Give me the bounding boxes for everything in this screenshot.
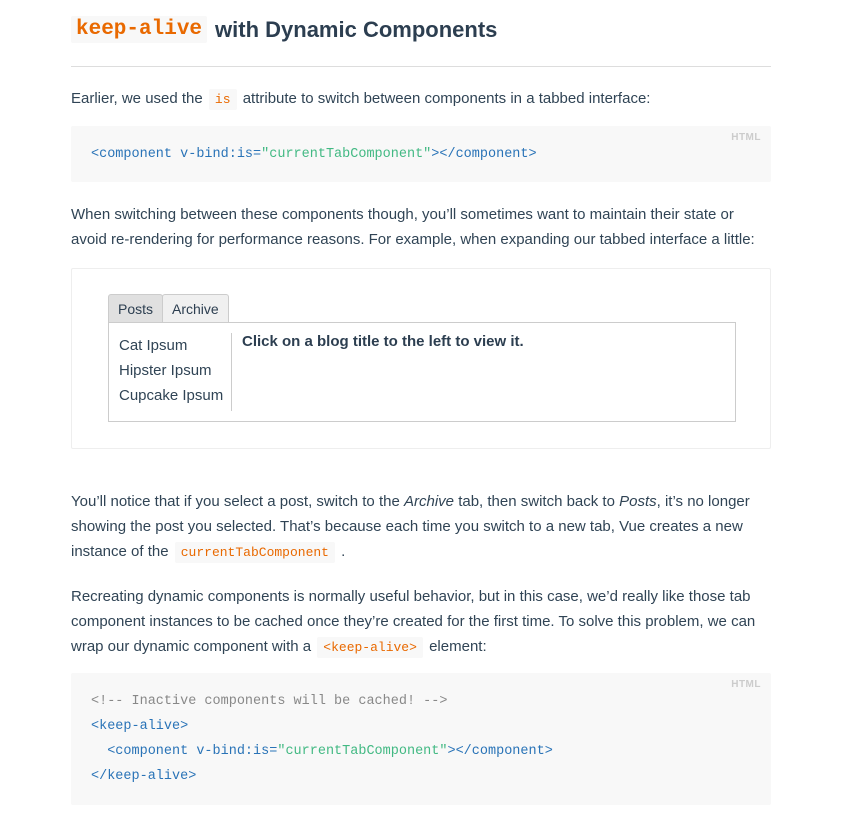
inline-code-is: is <box>208 89 237 110</box>
demo-example: Posts Archive Cat Ipsum Hipster Ipsum Cu… <box>71 268 771 449</box>
inline-code-keep-alive: <keep-alive> <box>317 637 423 658</box>
post-item-hipster-ipsum[interactable]: Hipster Ipsum <box>109 358 231 383</box>
intro-text-end: attribute to switch between components i… <box>242 90 651 107</box>
paragraph-text: wrap our dynamic component with a <box>71 638 312 655</box>
tab-archive[interactable]: Archive <box>162 294 229 323</box>
code-block-keep-alive: HTML <!-- Inactive components will be ca… <box>71 673 771 805</box>
paragraph-line: Recreating dynamic components is normall… <box>71 588 751 605</box>
emphasis-posts: Posts <box>619 493 657 510</box>
paragraph-text: element: <box>429 638 487 655</box>
code-string: "currentTabComponent" <box>261 147 432 162</box>
code-tag: <component <box>91 147 173 162</box>
title-code: keep-alive <box>71 16 208 43</box>
code-language-label: HTML <box>731 132 761 143</box>
demo-tabs: Posts Archive <box>108 294 229 323</box>
paragraph-notice: You’ll notice that if you select a post,… <box>71 489 771 565</box>
paragraph-text: instance of the <box>71 543 169 560</box>
title-text: with Dynamic Components <box>215 16 498 42</box>
code-tag-close: ></component> <box>447 744 553 759</box>
post-item-cat-ipsum[interactable]: Cat Ipsum <box>109 333 231 358</box>
paragraph-text: . <box>341 543 346 560</box>
code-comment: <!-- Inactive components will be cached!… <box>91 694 448 709</box>
demo-panel: Cat Ipsum Hipster Ipsum Cupcake Ipsum Cl… <box>108 322 736 422</box>
code-tag-end: </keep-alive> <box>91 769 197 784</box>
code-line: <component v-bind:is="currentTabComponen… <box>91 142 537 167</box>
emphasis-archive: Archive <box>403 493 455 510</box>
code-attr: v-bind:is= <box>188 744 278 759</box>
paragraph-state: When switching between these components … <box>71 202 771 252</box>
paragraph-line: avoid re-rendering for performance reaso… <box>71 231 755 248</box>
code-tag-open: <keep-alive> <box>91 719 189 734</box>
inline-code-current-tab-component: currentTabComponent <box>174 542 335 563</box>
code-string: "currentTabComponent" <box>277 744 448 759</box>
tab-posts[interactable]: Posts <box>108 294 164 323</box>
code-tag-close: ></component> <box>431 147 537 162</box>
title-divider <box>71 66 771 67</box>
intro-text: Earlier, we used the <box>71 90 203 107</box>
paragraph-text: You’ll notice that if you select a post,… <box>71 493 400 510</box>
code-attr: v-bind:is= <box>172 147 262 162</box>
intro-paragraph: Earlier, we used the is attribute to swi… <box>71 86 771 112</box>
paragraph-recreating: Recreating dynamic components is normall… <box>71 584 771 660</box>
post-list: Cat Ipsum Hipster Ipsum Cupcake Ipsum <box>109 333 232 411</box>
section-title: keep-alive with Dynamic Components <box>71 16 497 43</box>
paragraph-line: component instances to be cached once th… <box>71 613 756 630</box>
code-tag: <component <box>107 744 189 759</box>
code-language-label: HTML <box>731 679 761 690</box>
post-item-cupcake-ipsum[interactable]: Cupcake Ipsum <box>109 383 231 408</box>
paragraph-text: , it’s no longer <box>656 493 750 510</box>
code-block-component: HTML <component v-bind:is="currentTabCom… <box>71 126 771 182</box>
post-placeholder-message: Click on a blog title to the left to vie… <box>242 333 524 350</box>
paragraph-text: tab, then switch back to <box>458 493 615 510</box>
code-lines: <!-- Inactive components will be cached!… <box>91 689 553 789</box>
paragraph-line: showing the post you selected. That’s be… <box>71 518 743 535</box>
paragraph-line: When switching between these components … <box>71 206 734 223</box>
